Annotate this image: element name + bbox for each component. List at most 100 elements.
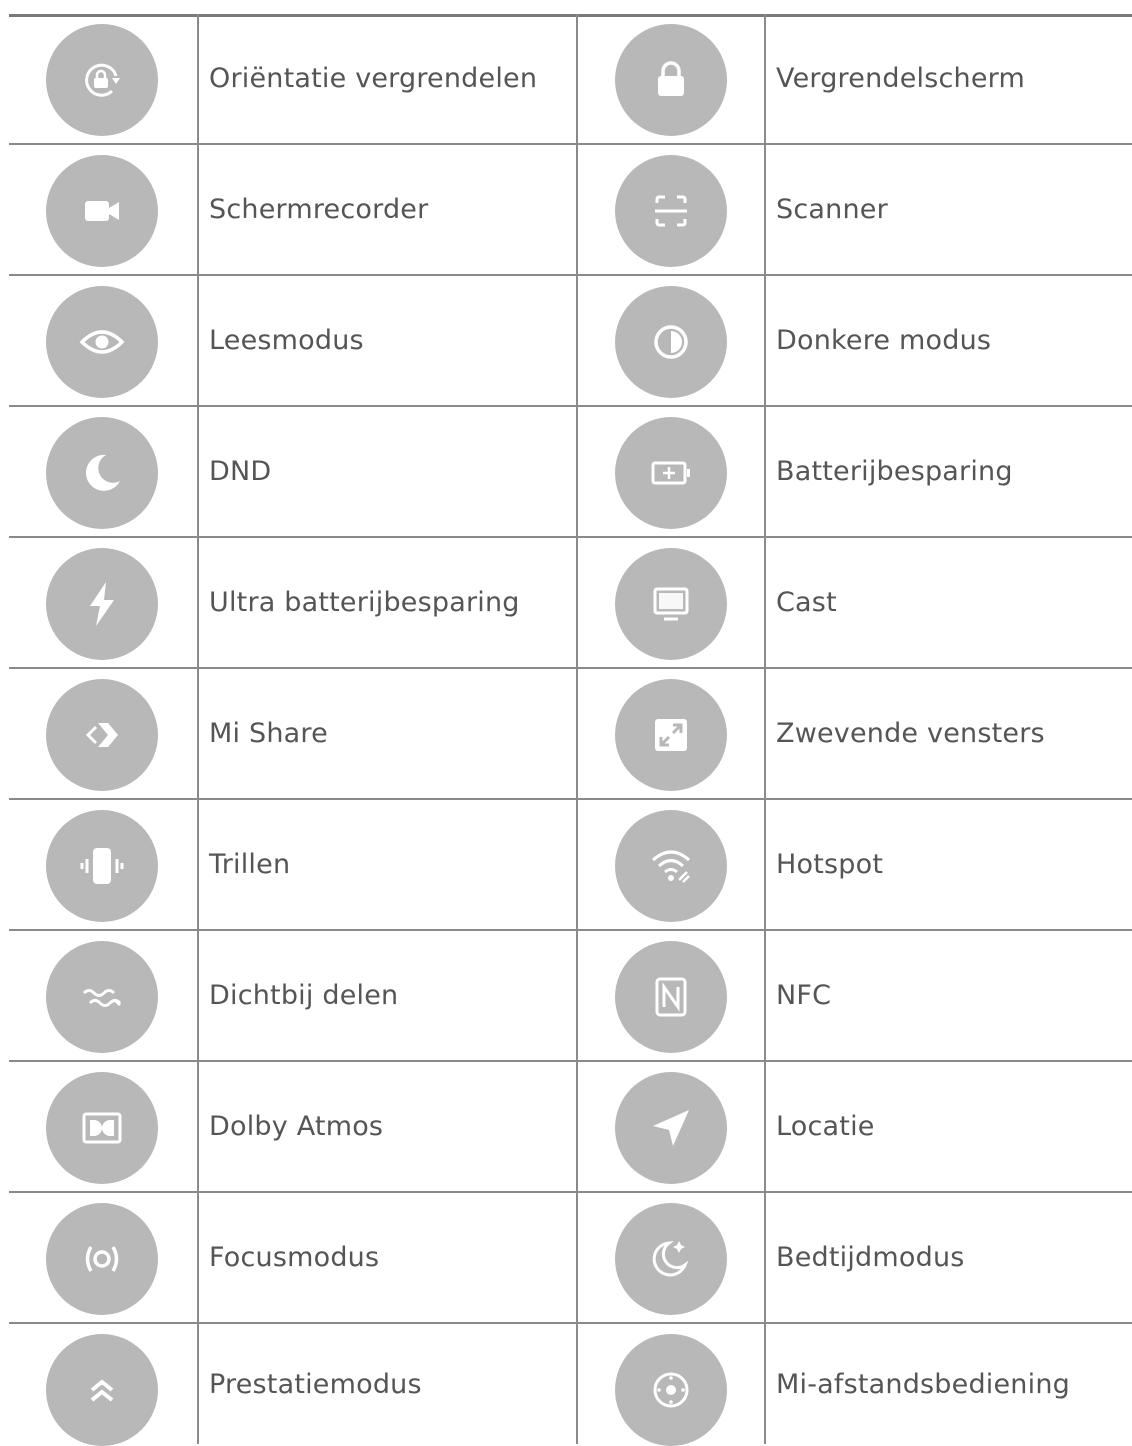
focus-mode-icon	[46, 1203, 158, 1315]
location-arrow-icon	[615, 1072, 727, 1184]
label-cell: Locatie	[764, 1062, 1132, 1191]
toggle-label: Mi Share	[209, 718, 328, 749]
label-cell: Oriëntatie vergrendelen	[197, 14, 578, 143]
label-cell: Mi-afstandsbediening	[764, 1324, 1132, 1444]
toggle-label: Bedtijdmodus	[776, 1242, 965, 1273]
icon-cell	[9, 800, 197, 929]
icon-cell	[576, 800, 766, 929]
table-row: Dolby Atmos Locatie	[9, 1062, 1132, 1193]
video-camera-icon	[46, 155, 158, 267]
label-cell: Schermrecorder	[197, 145, 578, 274]
table-row: Focusmodus Bedtijdmodus	[9, 1193, 1132, 1324]
icon-cell	[9, 1193, 197, 1322]
label-cell: Donkere modus	[764, 276, 1132, 405]
icon-cell	[9, 145, 197, 274]
icon-cell	[9, 14, 197, 143]
icon-cell	[576, 931, 766, 1060]
toggle-label: Mi-afstandsbediening	[776, 1368, 1070, 1400]
bedtime-icon	[615, 1203, 727, 1315]
remote-icon	[615, 1334, 727, 1446]
toggle-label: Focusmodus	[209, 1242, 380, 1273]
toggle-label: Leesmodus	[209, 325, 364, 356]
icon-cell	[576, 14, 766, 143]
icon-cell	[576, 276, 766, 405]
label-cell: Vergrendelscherm	[764, 14, 1132, 143]
toggle-label: Cast	[776, 587, 837, 618]
toggle-label: Ultra batterijbesparing	[209, 587, 520, 618]
monitor-icon	[615, 548, 727, 660]
icon-cell	[576, 1062, 766, 1191]
icon-cell	[9, 669, 197, 798]
orientation-lock-icon	[46, 24, 158, 136]
floating-window-icon	[615, 679, 727, 791]
table-row: Ultra batterijbesparing Cast	[9, 538, 1132, 669]
hotspot-icon	[615, 810, 727, 922]
label-cell: Focusmodus	[197, 1193, 578, 1322]
scanner-icon	[615, 155, 727, 267]
nearby-share-icon	[46, 941, 158, 1053]
toggle-label: Oriëntatie vergrendelen	[209, 63, 538, 94]
performance-icon	[46, 1334, 158, 1446]
lightning-icon	[46, 548, 158, 660]
icon-cell	[576, 407, 766, 536]
icon-cell	[9, 931, 197, 1060]
table-row: Mi Share Zwevende vensters	[9, 669, 1132, 800]
table-row: DND Batterijbesparing	[9, 407, 1132, 538]
toggle-label: DND	[209, 456, 272, 487]
toggle-table: Oriëntatie vergrendelen Vergrendelscherm S…	[9, 14, 1132, 1446]
table-row: Dichtbij delen NFC	[9, 931, 1132, 1062]
icon-cell	[576, 669, 766, 798]
eye-icon	[46, 286, 158, 398]
toggle-label: Scanner	[776, 194, 888, 225]
label-cell: Scanner	[764, 145, 1132, 274]
icon-cell	[9, 276, 197, 405]
table-row: Oriëntatie vergrendelen Vergrendelscherm	[9, 14, 1132, 145]
toggle-label: NFC	[776, 980, 832, 1011]
icon-cell	[9, 538, 197, 667]
icon-cell	[9, 1062, 197, 1191]
mi-share-icon	[46, 679, 158, 791]
toggle-label: Batterijbesparing	[776, 456, 1013, 487]
label-cell: NFC	[764, 931, 1132, 1060]
lock-icon	[615, 24, 727, 136]
label-cell: Trillen	[197, 800, 578, 929]
icon-cell	[576, 538, 766, 667]
dark-mode-icon	[615, 286, 727, 398]
icon-cell	[576, 1193, 766, 1322]
battery-icon	[615, 417, 727, 529]
toggle-label: Locatie	[776, 1111, 875, 1142]
label-cell: Batterijbesparing	[764, 407, 1132, 536]
label-cell: Cast	[764, 538, 1132, 667]
toggle-label: Trillen	[209, 849, 291, 880]
toggle-label: Donkere modus	[776, 325, 992, 356]
label-cell: DND	[197, 407, 578, 536]
label-cell: Leesmodus	[197, 276, 578, 405]
toggle-label: Dolby Atmos	[209, 1111, 384, 1142]
toggle-label: Schermrecorder	[209, 194, 429, 225]
toggle-label: Hotspot	[776, 849, 884, 880]
toggle-label: Prestatiemodus	[209, 1368, 422, 1400]
nfc-icon	[615, 941, 727, 1053]
moon-icon	[46, 417, 158, 529]
toggle-label: Dichtbij delen	[209, 980, 399, 1011]
table-row: Trillen Hotspot	[9, 800, 1132, 931]
dolby-icon	[46, 1072, 158, 1184]
icon-cell	[576, 1324, 766, 1446]
label-cell: Dolby Atmos	[197, 1062, 578, 1191]
table-row: Prestatiemodus Mi-afstandsbediening	[9, 1324, 1132, 1446]
label-cell: Hotspot	[764, 800, 1132, 929]
icon-cell	[9, 1324, 197, 1446]
toggle-label: Vergrendelscherm	[776, 63, 1025, 94]
label-cell: Bedtijdmodus	[764, 1193, 1132, 1322]
toggle-label: Zwevende vensters	[776, 718, 1045, 749]
label-cell: Prestatiemodus	[197, 1324, 578, 1444]
label-cell: Zwevende vensters	[764, 669, 1132, 798]
icon-cell	[9, 407, 197, 536]
vibrate-icon	[46, 810, 158, 922]
icon-cell	[576, 145, 766, 274]
table-row: Schermrecorder Scanner	[9, 145, 1132, 276]
label-cell: Dichtbij delen	[197, 931, 578, 1060]
label-cell: Ultra batterijbesparing	[197, 538, 578, 667]
table-row: Leesmodus Donkere modus	[9, 276, 1132, 407]
label-cell: Mi Share	[197, 669, 578, 798]
